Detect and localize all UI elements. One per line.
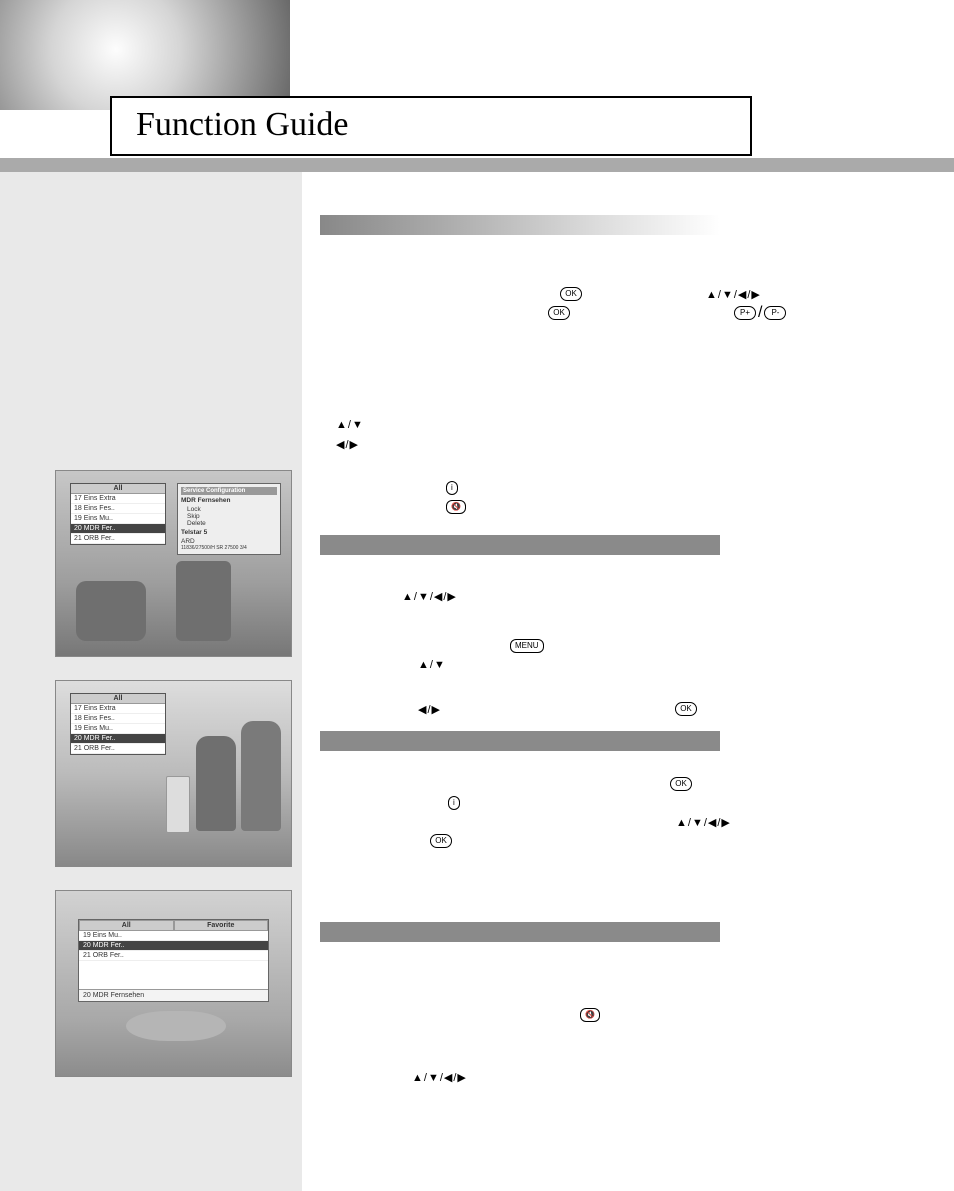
content-column: OK ▲/▼/◀/▶ OK P+/P- ▲/▼ ◀/▶ i 🔇 ▲/▼/◀/▶	[320, 195, 900, 1088]
page-title: Function Guide	[136, 106, 726, 144]
figure	[196, 736, 236, 831]
instruction-line: OK ▲/▼/◀/▶	[320, 286, 900, 302]
instruction-line: OK	[320, 833, 900, 849]
instruction-line: MENU	[320, 638, 900, 654]
osd-config-popup: Service Configuration MDR Fernsehen Lock…	[177, 483, 281, 555]
screenshot-3: All Favorite 19 Eins Mu.. 20 MDR Fer.. 2…	[55, 890, 292, 1077]
ok-icon: OK	[675, 702, 697, 716]
instruction-line: i	[320, 480, 900, 496]
popup-footer: ARD	[181, 538, 277, 545]
info-icon: i	[446, 481, 458, 495]
list-item: 19 Eins Mu..	[79, 931, 268, 941]
popup-item: Skip	[181, 513, 277, 520]
menu-icon: MENU	[510, 639, 544, 653]
figure	[76, 581, 146, 641]
arrows-udlr-icon: ▲/▼/◀/▶	[402, 590, 457, 603]
instruction-line: 🔇	[320, 1007, 900, 1023]
arrows-ud-icon: ▲/▼	[418, 659, 446, 671]
popup-footer: Telstar 5	[181, 529, 277, 536]
screenshot-2: All 17 Eins Extra 18 Eins Fes.. 19 Eins …	[55, 680, 292, 867]
list-item: 17 Eins Extra	[71, 494, 165, 504]
osd-list-header: All	[71, 694, 165, 704]
list-item-selected: 20 MDR Fer..	[71, 524, 165, 534]
figure	[126, 1011, 226, 1041]
arrows-udlr-icon: ▲/▼/◀/▶	[706, 288, 761, 301]
figure	[176, 561, 231, 641]
list-item: 21 ORB Fer..	[71, 534, 165, 544]
osd-wide-header: All Favorite	[79, 920, 268, 931]
figure	[241, 721, 281, 831]
mute-icon: 🔇	[446, 500, 466, 514]
instruction-line: OK P+/P-	[320, 305, 900, 321]
osd-channel-list: All 17 Eins Extra 18 Eins Fes.. 19 Eins …	[70, 483, 166, 545]
page: Function Guide OK ▲/▼/◀/▶ OK P+/P- ▲/▼ ◀…	[0, 0, 954, 1191]
ok-icon: OK	[670, 777, 692, 791]
p-minus-icon: P-	[764, 306, 786, 320]
figure	[166, 776, 190, 833]
osd-wide-footer: 20 MDR Fernsehen	[79, 989, 268, 1001]
popup-footer: 11836/27500/H SR 27500 3/4	[181, 545, 277, 551]
popup-item: Lock	[181, 506, 277, 513]
osd-channel-list: All 17 Eins Extra 18 Eins Fes.. 19 Eins …	[70, 693, 166, 755]
ok-icon: OK	[560, 287, 582, 301]
list-item: 19 Eins Mu..	[71, 724, 165, 734]
slash: /	[758, 304, 762, 322]
instruction-line: ▲/▼/◀/▶	[320, 1069, 900, 1085]
p-plus-icon: P+	[734, 306, 756, 320]
arrows-udlr-icon: ▲/▼/◀/▶	[676, 816, 731, 829]
title-box: Function Guide	[110, 96, 752, 156]
osd-list-header: All	[71, 484, 165, 494]
horizontal-band	[0, 158, 954, 172]
screenshot-1: All 17 Eins Extra 18 Eins Fes.. 19 Eins …	[55, 470, 292, 657]
section-header-4	[320, 922, 720, 942]
header-left: All	[79, 920, 174, 931]
list-item: 21 ORB Fer..	[71, 744, 165, 754]
header-right: Favorite	[174, 920, 269, 931]
instruction-line: ▲/▼	[320, 417, 900, 433]
info-icon: i	[448, 796, 460, 810]
header-gradient	[0, 0, 290, 110]
list-item: 18 Eins Fes..	[71, 504, 165, 514]
list-item-selected: 20 MDR Fer..	[71, 734, 165, 744]
section-header-2	[320, 535, 720, 555]
arrows-ud-icon: ▲/▼	[336, 419, 364, 431]
instruction-line: 🔇	[320, 499, 900, 515]
list-item: 21 ORB Fer..	[79, 951, 268, 961]
instruction-line: i	[320, 795, 900, 811]
list-item: 17 Eins Extra	[71, 704, 165, 714]
section-header-3	[320, 731, 720, 751]
osd-wide-list: All Favorite 19 Eins Mu.. 20 MDR Fer.. 2…	[78, 919, 269, 1002]
section-header-1	[320, 215, 720, 235]
list-item-selected: 20 MDR Fer..	[79, 941, 268, 951]
arrows-udlr-icon: ▲/▼/◀/▶	[412, 1071, 467, 1084]
mute-icon: 🔇	[580, 1008, 600, 1022]
arrows-lr-icon: ◀/▶	[336, 438, 359, 451]
instruction-line: ▲/▼	[320, 657, 900, 673]
list-item: 18 Eins Fes..	[71, 714, 165, 724]
instruction-line: ▲/▼/◀/▶	[320, 814, 900, 830]
instruction-line: ◀/▶	[320, 436, 900, 452]
popup-title: MDR Fernsehen	[181, 497, 277, 504]
instruction-line: OK	[320, 776, 900, 792]
arrows-lr-icon: ◀/▶	[418, 703, 441, 716]
list-item: 19 Eins Mu..	[71, 514, 165, 524]
instruction-line: ▲/▼/◀/▶	[320, 588, 900, 604]
ok-icon: OK	[548, 306, 570, 320]
ok-icon: OK	[430, 834, 452, 848]
instruction-line: ◀/▶ OK	[320, 701, 900, 717]
popup-item: Delete	[181, 520, 277, 527]
popup-header: Service Configuration	[181, 487, 277, 495]
